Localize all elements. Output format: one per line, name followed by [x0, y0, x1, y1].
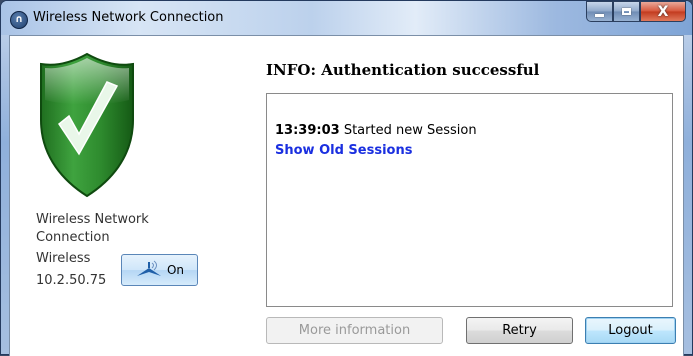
- connection-name: Wireless Network Connection: [36, 212, 149, 245]
- check-shield-icon: [40, 52, 134, 198]
- retry-button[interactable]: Retry: [466, 317, 573, 344]
- ip-address: 10.2.50.75: [36, 273, 107, 288]
- client-area: Wireless Network Connection Wireless 10.…: [9, 35, 684, 356]
- window-title: Wireless Network Connection: [33, 10, 224, 25]
- log-time: 13:39:03: [275, 123, 340, 138]
- minimize-icon: [595, 13, 604, 17]
- minimize-button[interactable]: [586, 1, 613, 22]
- app-window: ∩ Wireless Network Connection X Wireless…: [0, 0, 693, 356]
- more-information-button[interactable]: More information: [266, 317, 443, 344]
- wireless-icon: [136, 260, 161, 276]
- connection-type: Wireless: [36, 251, 91, 266]
- session-log: 13:39:03 Started new Session Show Old Se…: [266, 93, 673, 307]
- close-icon: X: [657, 3, 669, 20]
- log-message: Started new Session: [343, 123, 477, 138]
- caption-buttons: X: [586, 1, 686, 23]
- lock-icon: ∩: [10, 11, 28, 29]
- title-bar[interactable]: ∩ Wireless Network Connection X: [1, 1, 692, 35]
- maximize-button[interactable]: [613, 1, 640, 22]
- show-old-sessions-link[interactable]: Show Old Sessions: [275, 143, 412, 158]
- wireless-toggle-button[interactable]: On: [121, 254, 198, 286]
- log-entry: 13:39:03 Started new Session: [275, 123, 477, 138]
- maximize-icon: [622, 8, 631, 15]
- toggle-label: On: [166, 263, 185, 277]
- info-title: INFO: Authentication successful: [266, 61, 540, 79]
- close-button[interactable]: X: [640, 1, 686, 22]
- logout-button[interactable]: Logout: [585, 317, 676, 344]
